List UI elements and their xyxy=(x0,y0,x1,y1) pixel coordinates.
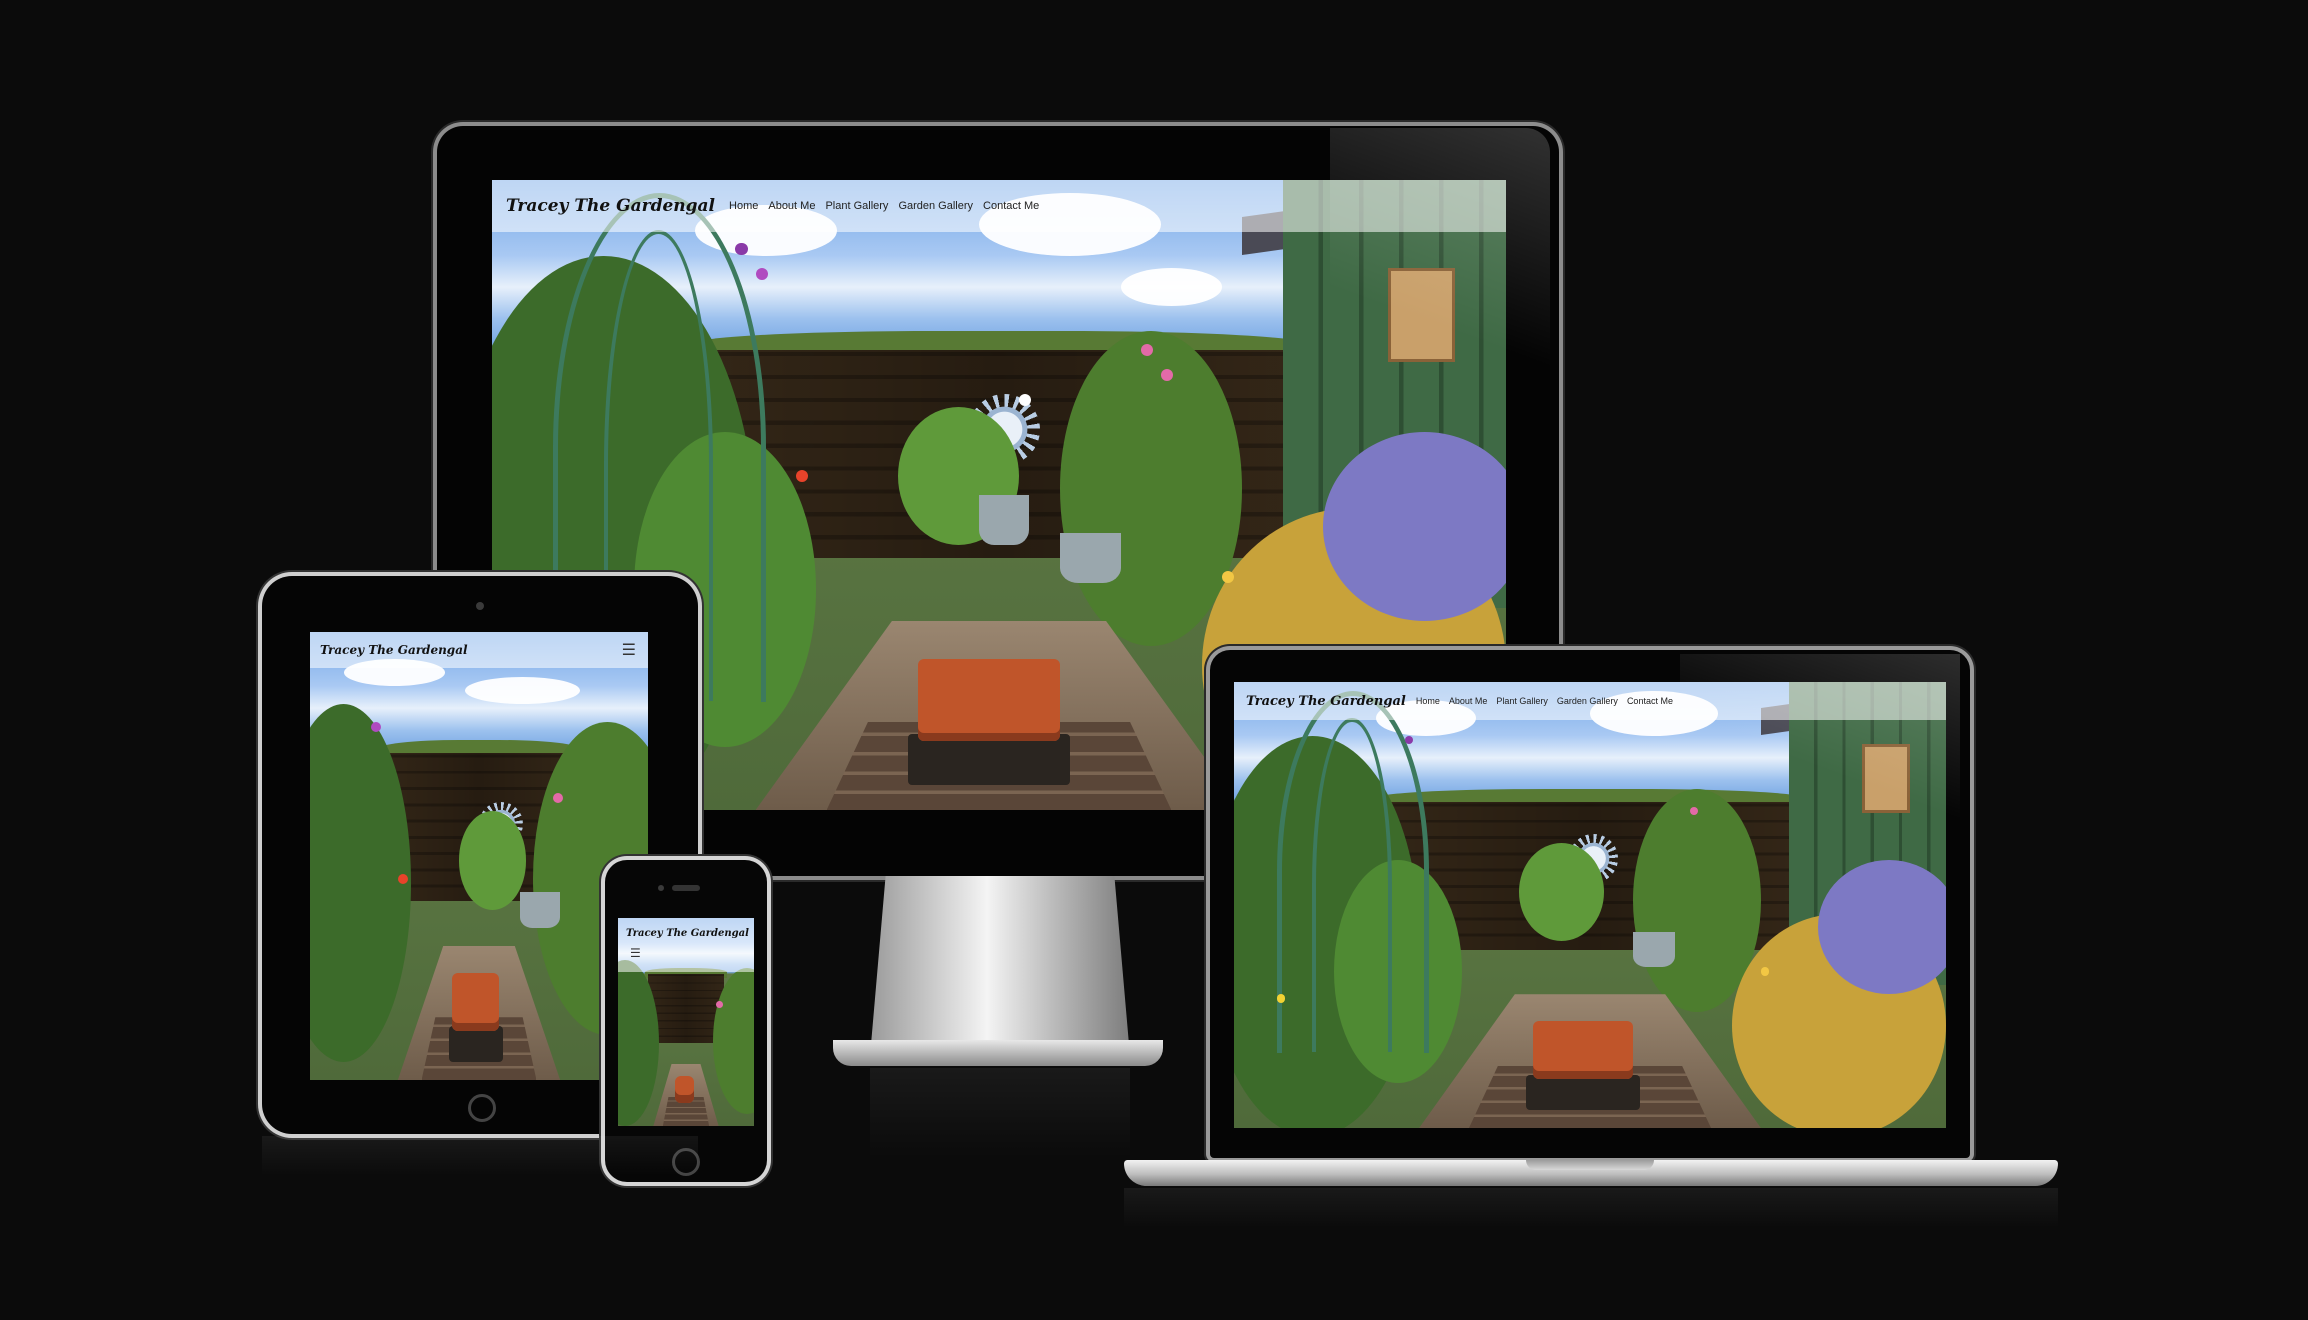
tablet-reflection xyxy=(262,1136,698,1176)
laptop-nav-about-me[interactable]: About Me xyxy=(1449,696,1488,706)
laptop-navbar: Tracey The Gardengal Home About Me Plant… xyxy=(1234,682,1946,720)
monitor-glare xyxy=(1330,128,1550,448)
tablet-site-logo[interactable]: Tracey The Gardengal xyxy=(320,643,468,657)
laptop-nav-garden-gallery[interactable]: Garden Gallery xyxy=(1557,696,1618,706)
nav-home[interactable]: Home xyxy=(729,200,758,212)
nav-about-me[interactable]: About Me xyxy=(768,200,815,212)
phone-screen: Tracey The Gardengal ☰ xyxy=(618,918,754,1126)
phone-navbar: Tracey The Gardengal ☰ xyxy=(618,918,754,972)
laptop-nav-plant-gallery[interactable]: Plant Gallery xyxy=(1496,696,1548,706)
tablet-navbar: Tracey The Gardengal ☰ xyxy=(310,632,648,668)
tablet-screen: Tracey The Gardengal ☰ xyxy=(310,632,648,1080)
phone-camera xyxy=(658,885,664,891)
site-logo[interactable]: Tracey The Gardengal xyxy=(506,196,715,216)
laptop-nav-contact-me[interactable]: Contact Me xyxy=(1627,696,1673,706)
monitor-stand xyxy=(870,876,1130,1056)
nav-plant-gallery[interactable]: Plant Gallery xyxy=(825,200,888,212)
phone-hamburger-icon[interactable]: ☰ xyxy=(630,946,641,960)
laptop-site-logo[interactable]: Tracey The Gardengal xyxy=(1246,694,1406,709)
laptop-nav-home[interactable]: Home xyxy=(1416,696,1440,706)
laptop-nav-links: Home About Me Plant Gallery Garden Galle… xyxy=(1416,696,1673,706)
hamburger-icon[interactable]: ☰ xyxy=(622,640,636,660)
terracotta-trough xyxy=(917,658,1060,741)
tablet-home-button xyxy=(468,1094,496,1122)
phone-speaker xyxy=(672,885,700,891)
laptop-opening-notch xyxy=(1526,1160,1654,1170)
monitor-foot xyxy=(833,1040,1163,1066)
laptop-reflection xyxy=(1124,1188,2058,1228)
nav-contact-me[interactable]: Contact Me xyxy=(983,200,1039,212)
phone-site-logo[interactable]: Tracey The Gardengal xyxy=(626,928,749,939)
monitor-reflection xyxy=(870,1068,1130,1158)
nav-garden-gallery[interactable]: Garden Gallery xyxy=(898,200,973,212)
tablet-camera xyxy=(476,602,484,610)
site-navbar: Tracey The Gardengal Home About Me Plant… xyxy=(492,180,1506,232)
nav-links: Home About Me Plant Gallery Garden Galle… xyxy=(729,200,1039,212)
